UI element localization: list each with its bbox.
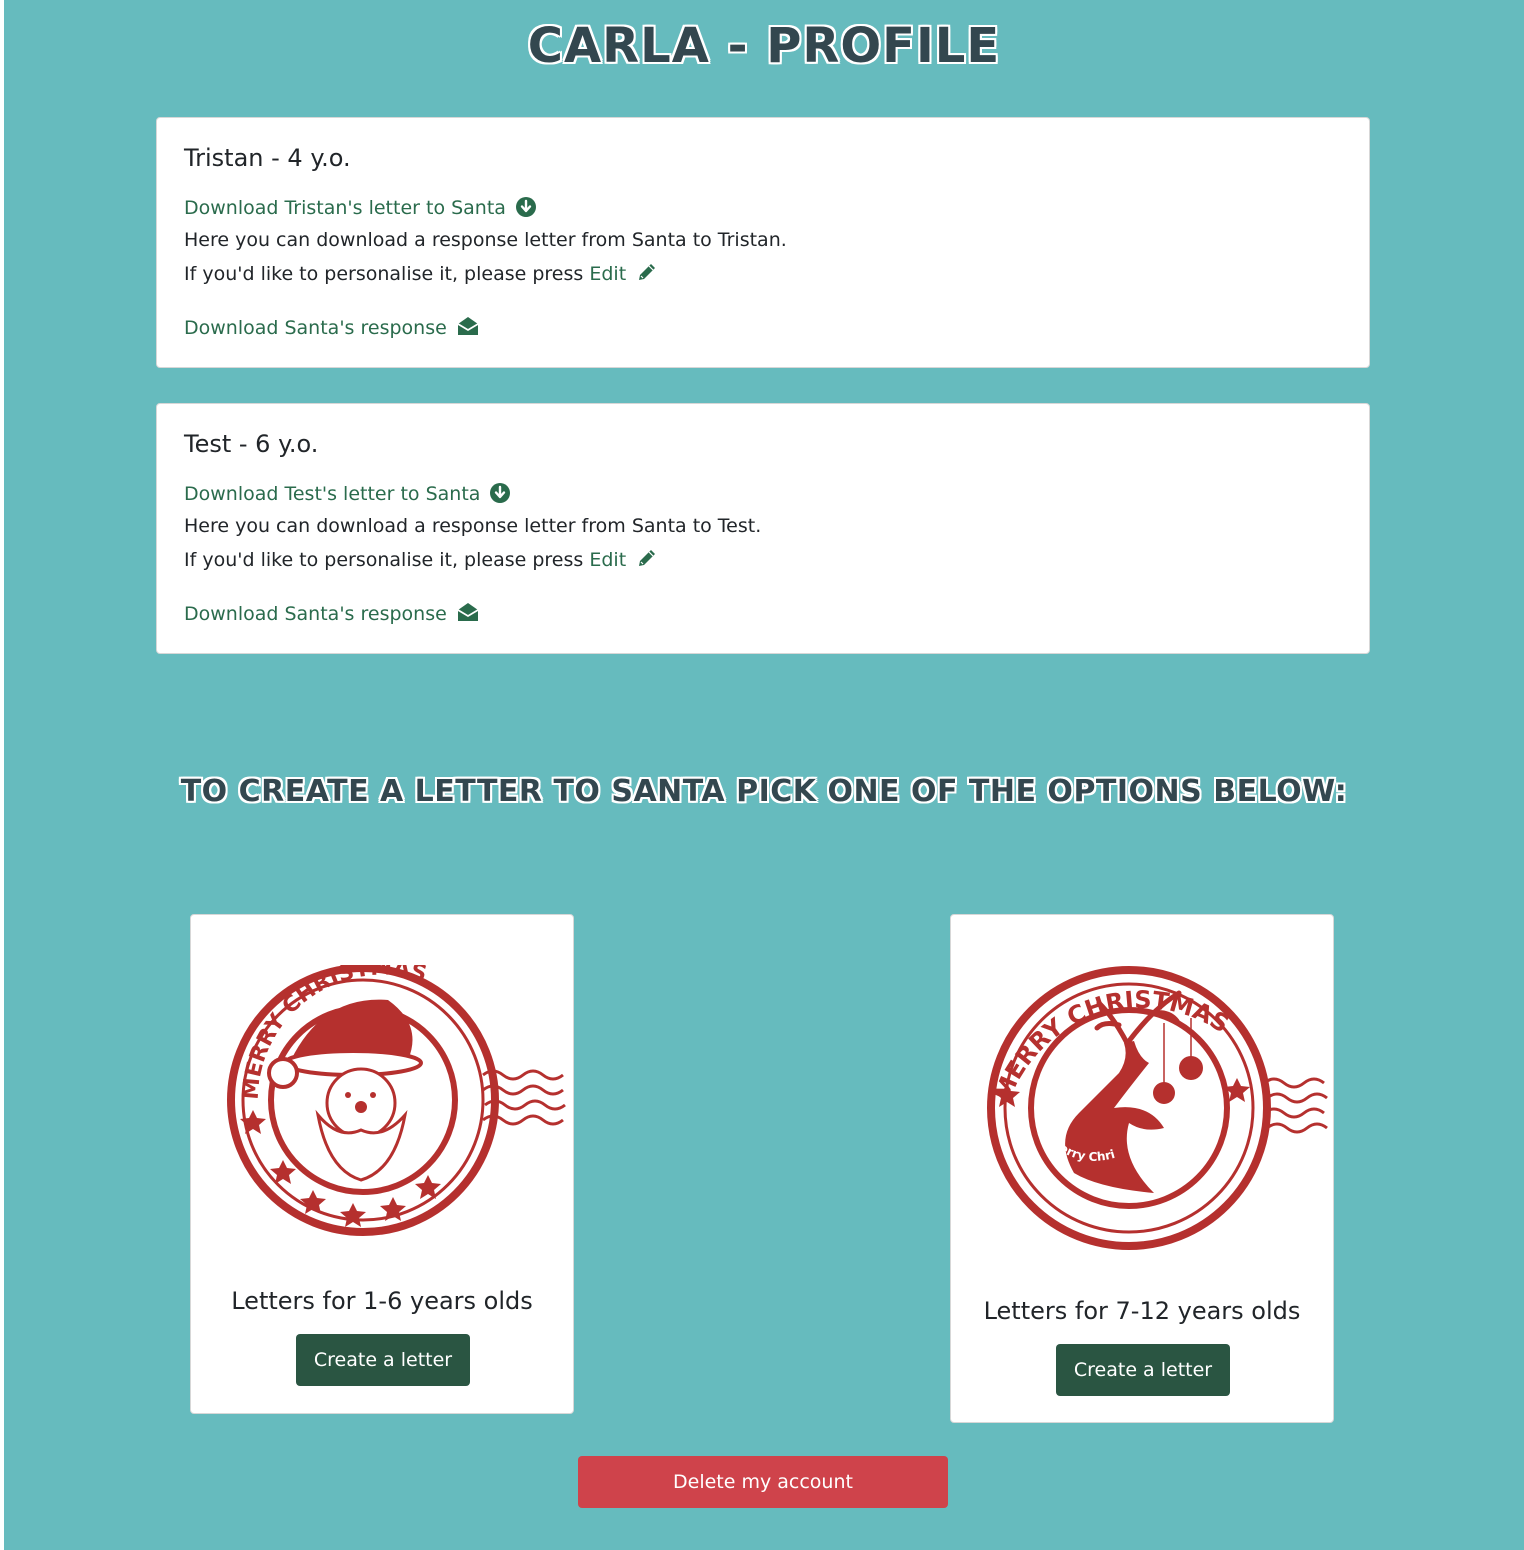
download-response-row: Download Santa's response	[184, 315, 479, 342]
page-background: Carla - Profile Tristan - 4 y.o. Downloa…	[4, 0, 1524, 1550]
envelope-open-icon[interactable]	[457, 315, 479, 342]
edit-link[interactable]: Edit	[589, 549, 626, 571]
personalise-text: If you'd like to personalise it, please …	[184, 263, 584, 285]
pencil-icon[interactable]	[636, 261, 658, 288]
page-title: Carla - Profile	[527, 18, 1001, 74]
download-letter-link[interactable]: Download Test's letter to Santa	[184, 483, 480, 505]
download-letter-row: Download Tristan's letter to Santa	[184, 197, 536, 222]
create-letter-heading: To create a letter to Santa pick one of …	[180, 774, 1348, 809]
reindeer-stamp-icon: MERRY CHRISTMAS Merry Christmas	[979, 963, 1328, 1250]
child-card: Tristan - 4 y.o. Download Tristan's lett…	[156, 117, 1370, 368]
download-response-row: Download Santa's response	[184, 601, 479, 628]
personalise-row: If you'd like to personalise it, please …	[184, 261, 658, 288]
option-card-7-12: MERRY CHRISTMAS Merry Christmas Letters …	[950, 914, 1334, 1423]
envelope-open-icon[interactable]	[457, 601, 479, 628]
child-name-heading: Tristan - 4 y.o.	[184, 144, 351, 172]
response-description: Here you can download a response letter …	[184, 515, 762, 537]
option-card-1-6: MERRY CHRISTMAS Letters for 1-6 years ol…	[190, 914, 574, 1414]
download-response-link[interactable]: Download Santa's response	[184, 317, 447, 339]
santa-stamp-icon: MERRY CHRISTMAS	[227, 965, 566, 1236]
option-label: Letters for 7-12 years olds	[983, 1297, 1301, 1325]
download-letter-row: Download Test's letter to Santa	[184, 483, 511, 508]
personalise-row: If you'd like to personalise it, please …	[184, 547, 658, 574]
create-letter-button[interactable]: Create a letter	[296, 1334, 470, 1386]
create-letter-button[interactable]: Create a letter	[1056, 1344, 1230, 1396]
delete-account-button[interactable]: Delete my account	[578, 1456, 948, 1508]
response-description: Here you can download a response letter …	[184, 229, 787, 251]
download-letter-link[interactable]: Download Tristan's letter to Santa	[184, 197, 506, 219]
arrow-circle-down-icon[interactable]	[490, 483, 511, 508]
download-response-link[interactable]: Download Santa's response	[184, 603, 447, 625]
pencil-icon[interactable]	[636, 547, 658, 574]
option-label: Letters for 1-6 years olds	[231, 1287, 533, 1315]
personalise-text: If you'd like to personalise it, please …	[184, 549, 584, 571]
edit-link[interactable]: Edit	[589, 263, 626, 285]
arrow-circle-down-icon[interactable]	[516, 197, 536, 222]
child-card: Test - 6 y.o. Download Test's letter to …	[156, 403, 1370, 654]
child-name-heading: Test - 6 y.o.	[184, 430, 319, 458]
